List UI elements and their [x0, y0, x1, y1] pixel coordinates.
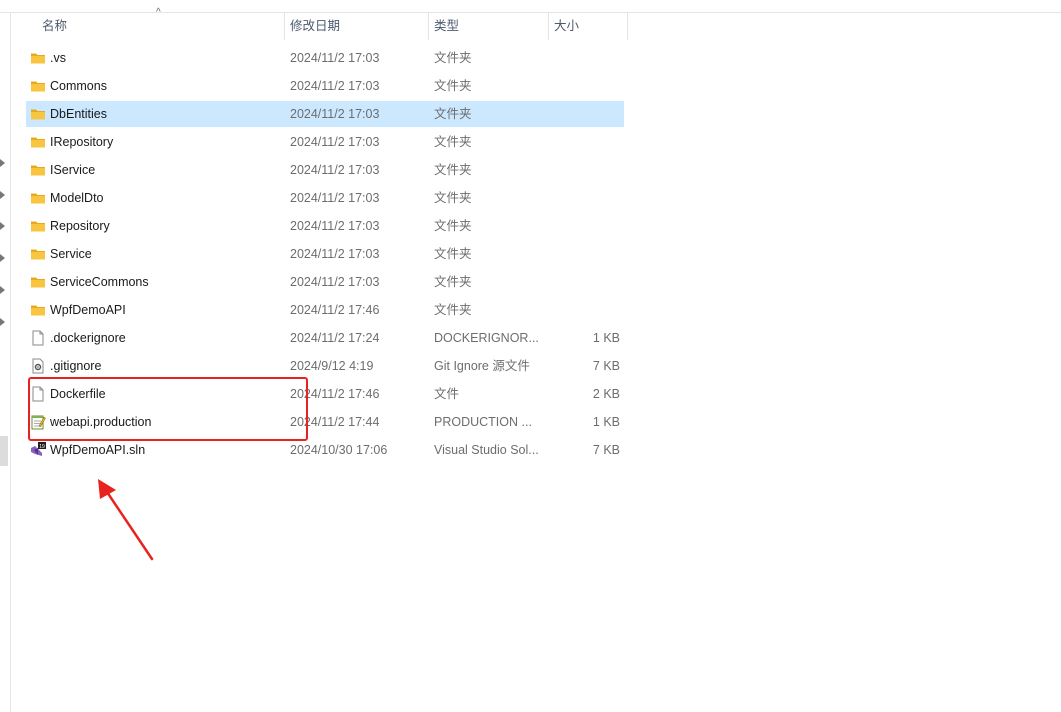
file-row[interactable]: IRepository 2024/11/2 17:03 文件夹 — [26, 129, 624, 155]
file-name: ModelDto — [50, 191, 104, 205]
file-name: Repository — [50, 219, 110, 233]
file-name: DbEntities — [50, 107, 107, 121]
file-date-modified: 2024/11/2 17:03 — [290, 191, 380, 205]
file-type: 文件夹 — [434, 107, 472, 121]
file-size: 7 KB — [592, 443, 620, 457]
folder-icon — [30, 50, 46, 66]
column-header-size[interactable]: 大小 — [554, 13, 579, 40]
file-date-modified: 2024/11/2 17:46 — [290, 303, 380, 317]
column-header-date[interactable]: 修改日期 — [290, 13, 340, 40]
blank-file-icon — [30, 330, 46, 346]
file-row[interactable]: Service 2024/11/2 17:03 文件夹 — [26, 241, 624, 267]
svg-text:19: 19 — [39, 444, 45, 450]
sort-ascending-icon: ^ — [156, 7, 161, 18]
file-row[interactable]: DbEntities 2024/11/2 17:03 文件夹 — [26, 101, 624, 127]
file-row[interactable]: ModelDto 2024/11/2 17:03 文件夹 — [26, 185, 624, 211]
file-date-modified: 2024/11/2 17:03 — [290, 163, 380, 177]
expand-arrow-icon[interactable] — [0, 191, 5, 199]
column-header-name[interactable]: 名称 — [42, 13, 67, 40]
file-date-modified: 2024/11/2 17:03 — [290, 275, 380, 289]
file-name: Service — [50, 247, 92, 261]
file-row[interactable]: .gitignore 2024/9/12 4:19 Git Ignore 源文件 7 … — [26, 353, 624, 379]
file-date-modified: 2024/11/2 17:03 — [290, 51, 380, 65]
column-divider[interactable] — [284, 13, 285, 40]
file-name: IRepository — [50, 135, 114, 149]
file-name: WpfDemoAPI — [50, 303, 126, 317]
expand-arrow-icon[interactable] — [0, 222, 5, 230]
expand-arrow-icon[interactable] — [0, 318, 5, 326]
file-type: Visual Studio Sol... — [434, 443, 539, 457]
column-divider[interactable] — [428, 13, 429, 40]
file-size: 2 KB — [592, 387, 620, 401]
folder-icon — [30, 78, 46, 94]
file-row[interactable]: IService 2024/11/2 17:03 文件夹 — [26, 157, 624, 183]
folder-icon — [30, 302, 46, 318]
file-date-modified: 2024/9/12 4:19 — [290, 359, 374, 373]
file-type: 文件 — [434, 387, 460, 401]
navigation-pane[interactable] — [0, 13, 11, 712]
expand-arrow-icon[interactable] — [0, 254, 5, 262]
expand-arrow-icon[interactable] — [0, 159, 5, 167]
file-type: 文件夹 — [434, 135, 472, 149]
file-type: 文件夹 — [434, 219, 472, 233]
file-date-modified: 2024/11/2 17:03 — [290, 247, 380, 261]
file-date-modified: 2024/11/2 17:03 — [290, 107, 380, 121]
file-size: 1 KB — [592, 331, 620, 345]
file-row[interactable]: .dockerignore 2024/11/2 17:24 DOCKERIGNOR.… — [26, 325, 624, 351]
config-file-icon — [30, 358, 46, 374]
file-type: 文件夹 — [434, 275, 472, 289]
file-size: 1 KB — [592, 415, 620, 429]
file-row[interactable]: WpfDemoAPI 2024/11/2 17:46 文件夹 — [26, 297, 624, 323]
annotation-arrow-icon — [98, 479, 154, 561]
annotation-highlight-box — [28, 377, 308, 441]
folder-icon — [30, 134, 46, 150]
folder-icon — [30, 274, 46, 290]
file-row[interactable]: Commons 2024/11/2 17:03 文件夹 — [26, 73, 624, 99]
file-type: 文件夹 — [434, 191, 472, 205]
file-date-modified: 2024/11/2 17:03 — [290, 79, 380, 93]
file-type: 文件夹 — [434, 79, 472, 93]
file-row[interactable]: .vs 2024/11/2 17:03 文件夹 — [26, 45, 624, 71]
file-date-modified: 2024/11/2 17:24 — [290, 331, 380, 345]
folder-icon — [30, 190, 46, 206]
file-date-modified: 2024/11/2 17:03 — [290, 135, 380, 149]
file-type: 文件夹 — [434, 163, 472, 177]
file-type: 文件夹 — [434, 303, 472, 317]
file-name: ServiceCommons — [50, 275, 149, 289]
file-name: IService — [50, 163, 96, 177]
file-type: 文件夹 — [434, 247, 472, 261]
file-name: .gitignore — [50, 359, 102, 373]
folder-icon — [30, 106, 46, 122]
file-type: Git Ignore 源文件 — [434, 359, 530, 373]
column-header: 名称 ^ 修改日期 类型 大小 — [10, 7, 630, 40]
column-divider[interactable] — [627, 13, 628, 40]
file-name: Commons — [50, 79, 107, 93]
file-type: PRODUCTION ... — [434, 415, 532, 429]
navigation-selected-item[interactable] — [0, 436, 8, 466]
file-type: 文件夹 — [434, 51, 472, 65]
file-date-modified: 2024/11/2 17:03 — [290, 219, 380, 233]
folder-icon — [30, 246, 46, 262]
visual-studio-solution-icon: 19 — [30, 442, 46, 458]
folder-icon — [30, 218, 46, 234]
column-header-type[interactable]: 类型 — [434, 13, 459, 40]
file-type: DOCKERIGNOR... — [434, 331, 539, 345]
expand-arrow-icon[interactable] — [0, 286, 5, 294]
file-row[interactable]: ServiceCommons 2024/11/2 17:03 文件夹 — [26, 269, 624, 295]
column-divider[interactable] — [548, 13, 549, 40]
folder-icon — [30, 162, 46, 178]
file-size: 7 KB — [592, 359, 620, 373]
file-name: .vs — [50, 51, 66, 65]
file-name: .dockerignore — [50, 331, 126, 345]
file-row[interactable]: Repository 2024/11/2 17:03 文件夹 — [26, 213, 624, 239]
